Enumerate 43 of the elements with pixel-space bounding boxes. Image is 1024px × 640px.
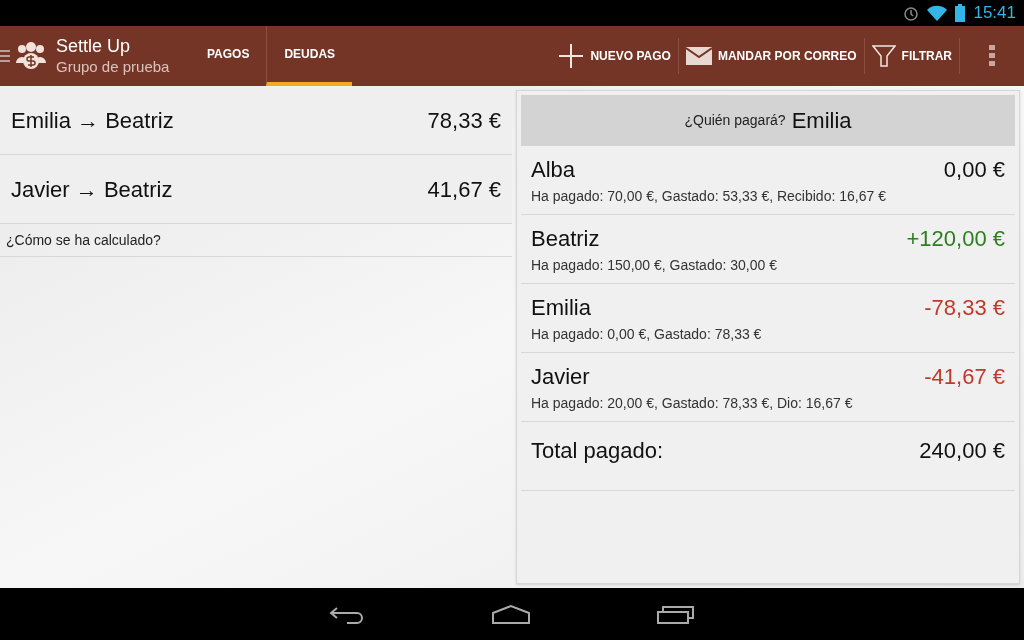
filter-icon [871,44,896,68]
toolbar-button[interactable]: NUEVO PAGO [551,38,679,74]
debt-row[interactable]: Javier → Beatriz 41,67 € [0,155,512,224]
member-name: Javier [531,363,590,391]
total-amount: 240,00 € [919,437,1005,465]
debt-amount: 78,33 € [427,106,501,135]
mail-icon [685,47,712,65]
calculation-link[interactable]: ¿Cómo se ha calculado? [6,229,161,251]
member-details: Ha pagado: 70,00 €, Gastado: 53,33 €, Recibido: 16,67 € [531,187,887,206]
member-details: Ha pagado: 0,00 €, Gastado: 78,33 € [531,325,763,344]
member-details: Ha pagado: 150,00 €, Gastado: 30,00 € [531,256,778,275]
payer-name: Emilia [791,107,852,135]
clock-time: 15:41 [973,2,1016,25]
group-name: Grupo de prueba [56,57,170,77]
payer-header[interactable]: ¿Quién pagará? Emilia [521,95,1015,146]
total-label: Total pagado: [531,437,664,465]
menu-icon[interactable] [0,49,10,63]
debt-amount: 41,67 € [427,175,501,204]
more-icon [989,45,995,67]
payer-question: ¿Quién pagará? [684,111,786,130]
member-balance: -41,67 € [924,363,1005,391]
alarm-icon [903,5,920,21]
back-icon[interactable] [329,604,365,624]
member-details: Ha pagado: 20,00 €, Gastado: 78,33 €, Dio: 16,67 € [531,394,854,413]
member-balance: 0,00 € [943,156,1005,184]
member-name: Alba [531,156,576,184]
toolbar-button[interactable]: MANDAR POR CORREO [678,38,865,74]
member-name: Beatriz [531,225,600,253]
app-title: Settle Up [56,35,132,58]
debt-parties: Emilia → Beatriz [11,106,174,135]
member-name: Emilia [531,294,591,322]
plus-icon [558,43,585,69]
recent-apps-icon[interactable] [657,604,695,624]
people-money-icon [14,41,48,71]
debt-row[interactable]: Emilia → Beatriz 78,33 € [0,86,512,155]
member-balance: -78,33 € [924,294,1005,322]
battery-icon [955,4,966,22]
member-balance: +120,00 € [906,225,1005,253]
tab[interactable]: PAGOS [190,26,267,86]
debt-parties: Javier → Beatriz [11,175,173,204]
wifi-icon [927,5,948,21]
home-icon[interactable] [491,604,531,624]
toolbar-button[interactable]: FILTRAR [864,38,960,74]
